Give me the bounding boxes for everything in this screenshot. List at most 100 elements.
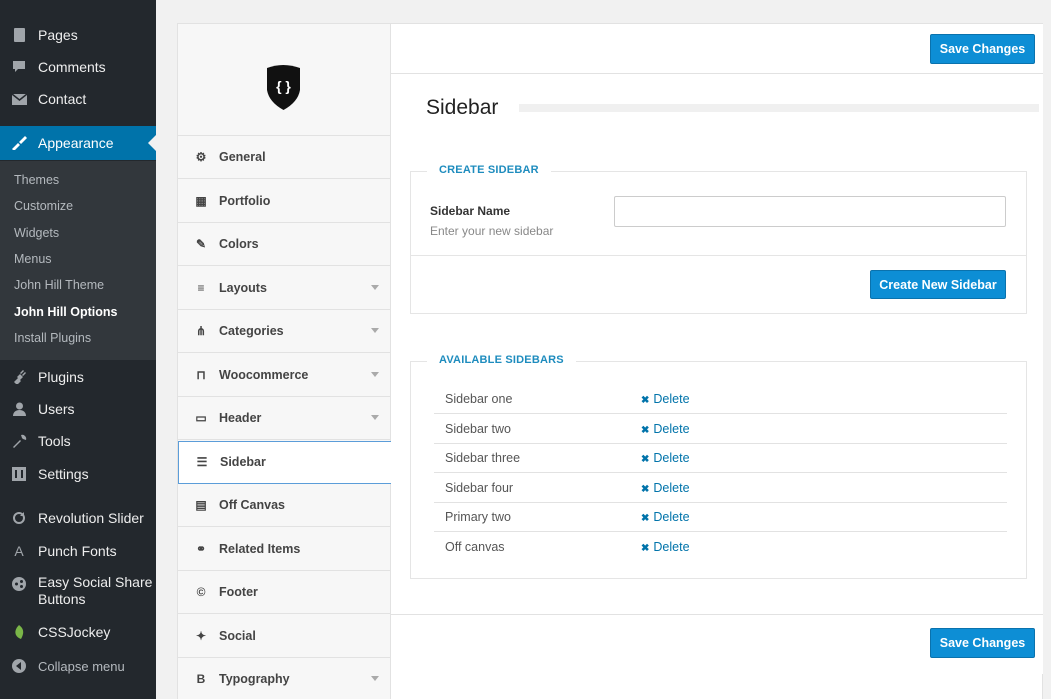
delete-label: Delete [653,392,690,406]
sidebar-row-name: Primary two [445,510,511,525]
off-canvas-icon: ▤ [195,498,207,512]
sidebar-row: Off canvas ✖ Delete [434,532,1007,562]
menu-item-users[interactable]: Users [0,398,156,420]
submenu-menus[interactable]: Menus [14,252,52,266]
chevron-down-icon [371,328,379,333]
menu-item-contact[interactable]: Contact [0,88,156,110]
delete-sidebar-link[interactable]: ✖ Delete [641,451,690,465]
submenu-john-hill-theme[interactable]: John Hill Theme [14,278,104,292]
nav-item-layouts[interactable]: ≡ Layouts [178,267,390,310]
menu-item-label: Users [38,401,75,417]
nav-item-social[interactable]: ✦ Social [178,615,390,658]
sidebar-name-label: Sidebar Name [430,204,511,218]
nav-item-off-canvas[interactable]: ▤ Off Canvas [178,484,390,527]
sidebar-row: Sidebar three ✖ Delete [434,443,1007,474]
nav-item-label: General [219,150,266,164]
menu-item-label: Appearance [38,135,114,151]
delete-label: Delete [653,510,690,525]
menu-item-label: Tools [38,433,71,449]
appearance-icon [11,135,27,151]
delete-sidebar-link[interactable]: ✖ Delete [641,481,690,495]
menu-item-pages[interactable]: Pages [0,24,156,46]
menu-item-revolution-slider[interactable]: Revolution Slider [0,507,156,529]
admin-menu: Pages Comments Contact Appearance Themes… [0,0,156,699]
close-icon: ✖ [641,424,650,436]
menu-item-appearance[interactable]: Appearance [0,126,156,160]
categories-icon: ⋔ [195,324,207,338]
delete-sidebar-link[interactable]: ✖ Delete [641,392,690,406]
colors-icon: ✎ [195,237,207,251]
save-changes-button-bottom[interactable]: Save Changes [930,628,1035,658]
nav-item-portfolio[interactable]: ▦ Portfolio [178,180,390,223]
menu-item-comments[interactable]: Comments [0,56,156,78]
submenu-john-hill-options[interactable]: John Hill Options [14,305,117,319]
svg-text:{ }: { } [276,78,291,94]
nav-item-label: Related Items [219,541,301,556]
nav-item-general[interactable]: ⚙ General [178,136,390,179]
nav-item-label: Off Canvas [219,498,285,512]
nav-item-label: Typography [219,672,290,686]
nav-item-categories[interactable]: ⋔ Categories [178,310,390,353]
menu-item-label: Revolution Slider [38,510,144,526]
title-divider [519,104,1039,112]
header-icon: ▭ [195,411,207,425]
menu-item-easy-social-share[interactable]: Easy Social Share Buttons [0,574,156,612]
available-sidebars-legend: AVAILABLE SIDEBARS [427,354,576,366]
delete-label: Delete [653,421,690,436]
submenu-customize[interactable]: Customize [14,199,73,213]
options-nav: { } ⚙ General ▦ Portfolio ✎ Colors ≡ Layouts ⋔ Ca… [178,24,392,699]
delete-sidebar-link[interactable]: ✖ Delete [641,540,690,554]
fieldset-divider [411,255,1026,256]
footer-icon: © [196,585,206,599]
sidebar-section: Sidebar CREATE SIDEBAR Sidebar Name Ente… [391,74,1043,614]
woocommerce-icon: ⊓ [196,367,206,382]
menu-item-label-line1: Easy Social Share [38,574,153,590]
nav-item-related-items[interactable]: ⚭ Related Items [178,528,390,571]
menu-item-label-line2: Buttons [38,591,86,607]
nav-item-label: Sidebar [220,455,266,469]
create-sidebar-fieldset: CREATE SIDEBAR Sidebar Name Enter your n… [410,164,1027,314]
menu-item-tools[interactable]: Tools [0,430,156,452]
collapse-menu[interactable]: Collapse menu [0,655,156,677]
delete-sidebar-link[interactable]: ✖ Delete [641,422,690,436]
chevron-down-icon [371,415,379,420]
close-icon: ✖ [641,543,650,554]
menu-item-label: Easy Social Share Buttons [38,574,152,608]
shield-logo-icon: { } [267,65,300,110]
sidebar-name-description: Enter your new sidebar [430,224,554,238]
sidebar-icon: ☰ [196,455,208,469]
submenu-install-plugins[interactable]: Install Plugins [14,331,91,345]
save-changes-button-top[interactable]: Save Changes [930,34,1035,64]
nav-item-footer[interactable]: © Footer [178,571,390,614]
submenu-themes[interactable]: Themes [14,173,59,187]
menu-item-label: Settings [38,466,89,482]
menu-item-settings[interactable]: Settings [0,463,156,485]
delete-label: Delete [653,480,690,495]
menu-item-plugins[interactable]: Plugins [0,366,156,388]
menu-item-cssjockey[interactable]: CSSJockey [0,621,156,643]
typography-icon: B [196,672,206,686]
nav-item-colors[interactable]: ✎ Colors [178,223,390,266]
collapse-icon [11,658,27,674]
nav-item-sidebar[interactable]: ☰ Sidebar [178,440,392,484]
sidebar-row: Primary two ✖ Delete [434,502,1007,533]
sidebar-row-name: Off canvas [445,540,505,554]
settings-icon [11,466,27,482]
delete-sidebar-link[interactable]: ✖ Delete [641,510,690,524]
create-new-sidebar-button[interactable]: Create New Sidebar [870,270,1006,299]
sidebar-row-name: Sidebar two [445,421,512,436]
nav-item-header[interactable]: ▭ Header [178,397,390,440]
general-icon: ⚙ [195,150,207,164]
section-title: Sidebar [426,96,499,119]
sidebar-name-input[interactable] [614,196,1006,227]
nav-item-typography[interactable]: B Typography [178,658,390,699]
options-content: Save Changes Sidebar CREATE SIDEBAR Side… [391,24,1043,699]
nav-item-label: Portfolio [219,193,271,208]
sidebar-row: Sidebar four ✖ Delete [434,473,1007,503]
related-items-icon: ⚭ [195,541,207,556]
bottom-action-bar: Save Changes [391,614,1043,674]
menu-item-punch-fonts[interactable]: A Punch Fonts [0,540,156,562]
portfolio-icon: ▦ [195,193,207,208]
submenu-widgets[interactable]: Widgets [14,226,59,240]
nav-item-woocommerce[interactable]: ⊓ Woocommerce [178,354,390,397]
